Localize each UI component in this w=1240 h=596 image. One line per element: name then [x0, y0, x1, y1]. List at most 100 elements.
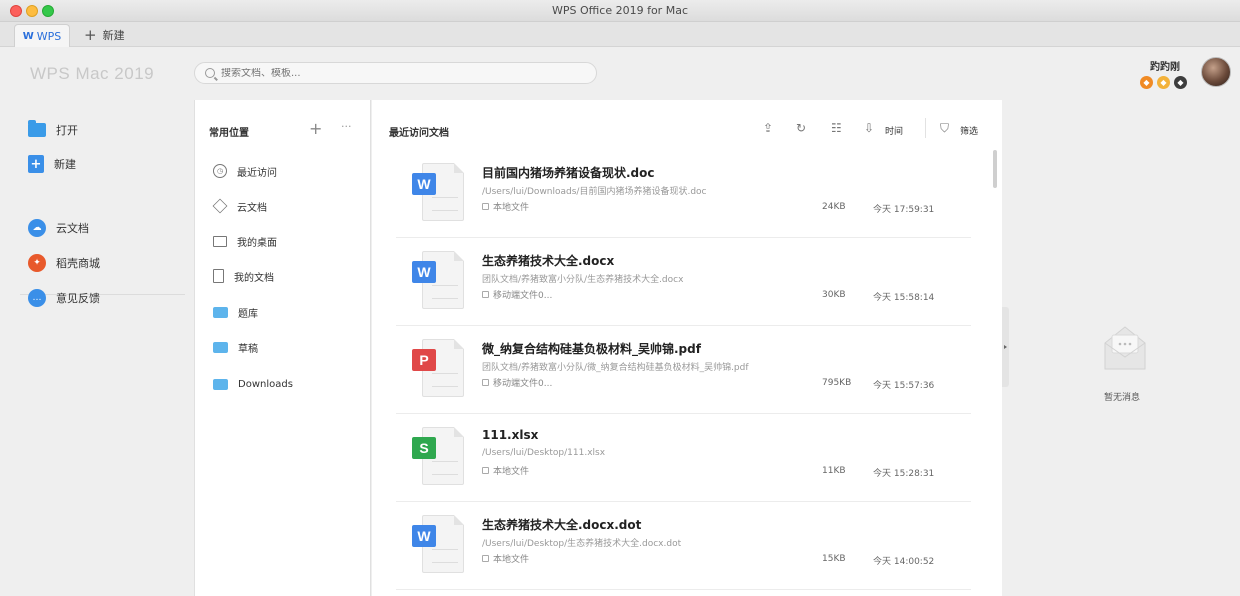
search-input[interactable] — [221, 67, 581, 79]
location-icon — [482, 291, 489, 298]
spreadsheet-file-icon: S — [412, 427, 464, 485]
location-icon — [482, 467, 489, 474]
sidebar-item-label: 稻壳商城 — [56, 257, 100, 270]
tab-wps-home[interactable]: W WPS — [14, 24, 70, 47]
writer-file-icon: W — [412, 163, 464, 221]
folder-icon — [213, 378, 228, 390]
new-tab-label: 新建 — [102, 29, 125, 42]
file-size: 11KB — [822, 466, 846, 476]
sidebar-item-docer-store[interactable]: ✦ 稻壳商城 — [28, 253, 100, 273]
file-row[interactable]: W 目前国内猪场养猪设备现状.doc /Users/lui/Downloads/… — [396, 150, 971, 238]
file-row[interactable]: W 生态养猪技术大全.docx 团队文档/养猪致富小分队/生态养猪技术大全.do… — [396, 238, 971, 326]
user-badges: ◆ ◆ ◆ — [1140, 76, 1187, 89]
file-time: 今天 15:28:31 — [873, 469, 935, 479]
sidebar-item-label: 打开 — [56, 124, 78, 137]
file-name: 目前国内猪场养猪设备现状.doc — [482, 166, 655, 180]
folder-icon — [213, 306, 228, 318]
cube-icon — [212, 198, 228, 214]
location-icon — [482, 555, 489, 562]
writer-file-icon: W — [412, 251, 464, 309]
pdf-file-icon: P — [412, 339, 464, 397]
file-location: 移动端文件0... — [482, 376, 552, 389]
file-time: 今天 17:59:31 — [873, 205, 935, 215]
tab-wps-label: WPS — [36, 29, 62, 43]
feedback-icon: … — [28, 289, 46, 307]
filter-icon[interactable]: ⛉ — [940, 121, 949, 136]
sort-by-time-button[interactable]: 时间 — [885, 124, 903, 137]
file-location: 本地文件 — [482, 200, 529, 213]
folder-icon — [213, 341, 228, 353]
collapse-panel-handle[interactable] — [1002, 307, 1009, 387]
sidebar-item-label: 新建 — [54, 158, 76, 171]
new-tab-button[interactable]: + 新建 — [84, 26, 125, 44]
file-row[interactable]: S 111.xlsx /Users/lui/Desktop/111.xlsx 本… — [396, 414, 971, 502]
clock-icon: ◷ — [213, 164, 227, 178]
file-time: 今天 15:58:14 — [873, 293, 935, 303]
desktop-icon — [213, 235, 227, 247]
file-location: 本地文件 — [482, 464, 529, 477]
toolbar-divider — [925, 118, 926, 138]
file-list-scrollbar[interactable] — [993, 150, 997, 188]
place-item-drafts[interactable]: 草稿 — [213, 338, 258, 356]
place-item-desktop[interactable]: 我的桌面 — [213, 232, 277, 250]
empty-mail-icon — [1104, 326, 1146, 370]
place-item-question-bank[interactable]: 题库 — [213, 303, 258, 321]
list-view-icon[interactable]: ☷ — [831, 121, 842, 135]
place-item-downloads[interactable]: Downloads — [213, 375, 293, 393]
file-row[interactable]: P 微_纳复合结构硅基负极材料_吴帅锦.pdf 团队文档/养猪致富小分队/微_纳… — [396, 326, 971, 414]
level-badge-icon[interactable]: ◆ — [1140, 76, 1153, 89]
place-item-label: 题库 — [238, 308, 258, 320]
file-name: 微_纳复合结构硅基负极材料_吴帅锦.pdf — [482, 342, 701, 356]
place-item-recent[interactable]: ◷ 最近访问 — [213, 162, 277, 180]
file-size: 15KB — [822, 554, 846, 564]
file-name: 生态养猪技术大全.docx.dot — [482, 518, 642, 532]
place-item-label: 云文档 — [237, 202, 267, 214]
sidebar-item-label: 意见反馈 — [56, 292, 100, 305]
place-item-my-documents[interactable]: 我的文档 — [213, 267, 274, 285]
file-size: 795KB — [822, 378, 852, 388]
file-size: 24KB — [822, 202, 846, 212]
place-item-label: 我的桌面 — [237, 237, 277, 249]
file-location: 本地文件 — [482, 552, 529, 565]
place-item-label: 我的文档 — [234, 272, 274, 284]
sidebar-item-feedback[interactable]: … 意见反馈 — [28, 288, 100, 308]
username[interactable]: 趵趵刚 — [1150, 58, 1180, 73]
sidebar-item-cloud-docs[interactable]: ☁ 云文档 — [28, 218, 89, 238]
place-item-label: 最近访问 — [237, 167, 277, 179]
file-path: 团队文档/养猪致富小分队/生态养猪技术大全.docx — [482, 275, 684, 285]
place-item-cloud-docs[interactable]: 云文档 — [212, 197, 267, 215]
filter-button[interactable]: 筛选 — [960, 124, 978, 137]
sidebar-item-new[interactable]: + 新建 — [28, 154, 76, 174]
tab-bar: W WPS + 新建 — [0, 22, 1240, 47]
new-document-icon: + — [28, 155, 44, 173]
share-icon[interactable]: ⇪ — [763, 121, 773, 135]
avatar[interactable] — [1201, 57, 1231, 87]
file-size: 30KB — [822, 290, 846, 300]
common-locations-title: 常用位置 — [209, 128, 249, 139]
more-options-button[interactable]: ··· — [341, 120, 352, 133]
folder-icon — [28, 120, 46, 137]
member-badge-icon[interactable]: ◆ — [1157, 76, 1170, 89]
search-icon — [205, 68, 215, 78]
file-row[interactable]: W 生态养猪技术大全.docx.dot /Users/lui/Desktop/生… — [396, 502, 971, 590]
vip-badge-icon[interactable]: ◆ — [1174, 76, 1187, 89]
location-icon — [482, 203, 489, 210]
search-bar[interactable] — [194, 62, 597, 84]
sort-icon[interactable]: ⇩ — [864, 121, 874, 135]
add-location-button[interactable]: + — [309, 119, 322, 138]
file-location: 移动端文件0... — [482, 288, 552, 301]
docer-store-icon: ✦ — [28, 254, 46, 272]
place-item-label: 草稿 — [238, 343, 258, 355]
wps-logo-icon: W — [22, 30, 34, 42]
brand-title: WPS Mac 2019 — [30, 64, 155, 83]
refresh-icon[interactable]: ↻ — [796, 121, 806, 135]
sidebar-item-open[interactable]: 打开 — [28, 120, 78, 140]
file-path: /Users/lui/Desktop/111.xlsx — [482, 448, 606, 458]
file-name: 111.xlsx — [482, 428, 539, 442]
location-icon — [482, 379, 489, 386]
sidebar: 打开 + 新建 ☁ 云文档 ✦ 稻壳商城 … 意见反馈 — [0, 100, 193, 596]
cloud-docs-icon: ☁ — [28, 219, 46, 237]
recent-files-title: 最近访问文档 — [389, 128, 449, 139]
window-title: WPS Office 2019 for Mac — [552, 4, 688, 17]
writer-file-icon: W — [412, 515, 464, 573]
